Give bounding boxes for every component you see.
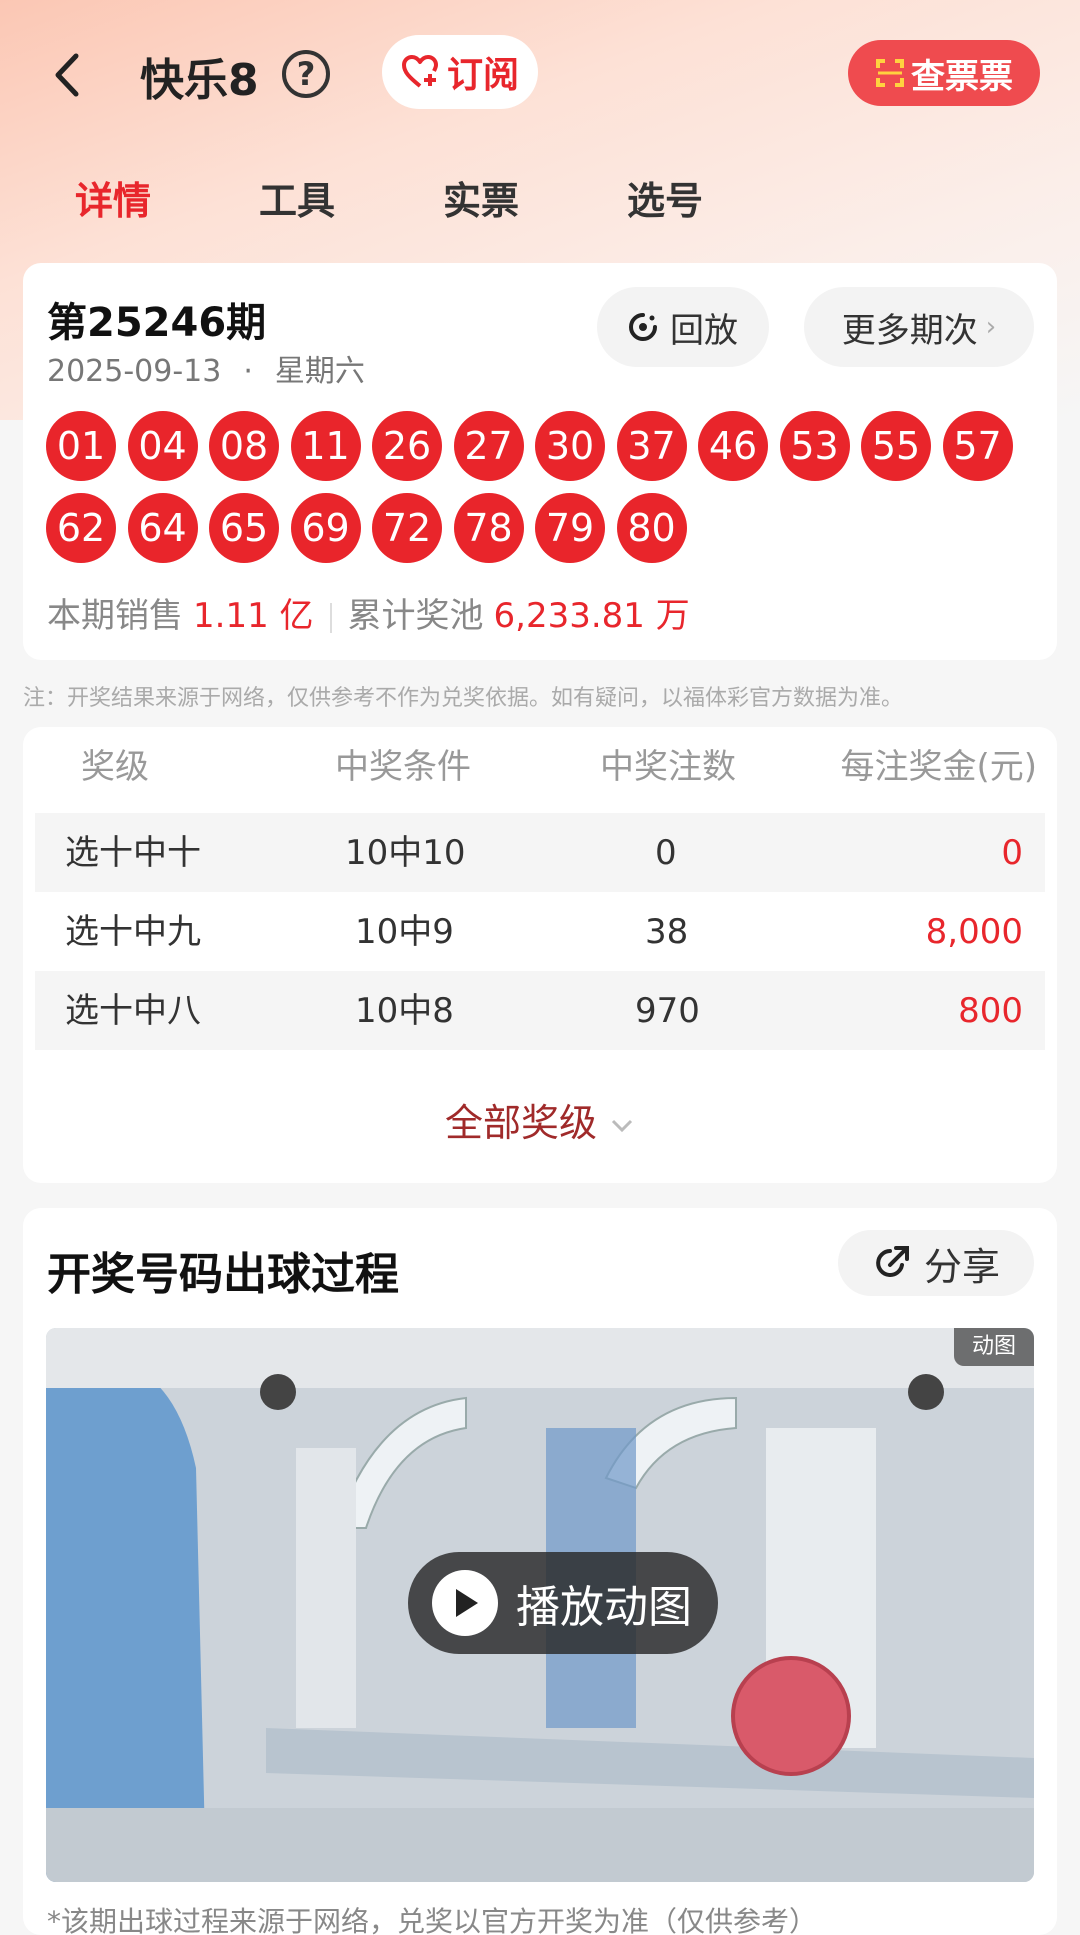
draw-date: 2025-09-13 bbox=[47, 354, 222, 389]
chevron-right-icon: › bbox=[985, 312, 997, 342]
number-ball: 79 bbox=[535, 493, 605, 563]
row-count: 0 bbox=[655, 833, 677, 873]
number-ball: 26 bbox=[372, 411, 442, 481]
source-note: 注：开奖结果来源于网络，仅供参考不作为兑奖依据。如有疑问，以福体彩官方数据为准。 bbox=[23, 686, 904, 711]
number-ball: 69 bbox=[290, 493, 361, 563]
number-ball: 30 bbox=[535, 411, 605, 481]
row-level: 选十中十 bbox=[65, 833, 201, 873]
all-levels-button[interactable]: 全部奖级 bbox=[23, 1092, 1057, 1147]
more-issues-label: 更多期次 bbox=[841, 310, 978, 351]
number-ball: 53 bbox=[779, 411, 850, 481]
number-ball: 80 bbox=[616, 493, 687, 563]
ticket-check-label: 查票票 bbox=[911, 56, 1013, 97]
sales-value: 1.11 亿 bbox=[193, 596, 314, 636]
row-condition: 10中10 bbox=[345, 833, 466, 873]
app-header: 快乐8 ? 订阅 查票票 bbox=[0, 30, 1080, 120]
process-title: 开奖号码出球过程 bbox=[47, 1249, 399, 1300]
number-ball: 37 bbox=[616, 411, 687, 481]
sales-label: 本期销售 bbox=[47, 596, 183, 636]
pool-label: 累计奖池 bbox=[347, 596, 484, 636]
row-level: 选十中八 bbox=[65, 991, 201, 1031]
row-count: 970 bbox=[635, 991, 700, 1031]
draw-result-card: 第25246期 2025-09-13 · 星期六 回放 更多期次 › 01 04 08 1… bbox=[23, 263, 1057, 660]
help-icon[interactable]: ? bbox=[282, 50, 330, 98]
number-ball: 55 bbox=[861, 411, 931, 481]
replay-icon bbox=[629, 313, 657, 341]
subscribe-button[interactable]: 订阅 bbox=[382, 35, 538, 109]
date-separator: · bbox=[243, 354, 253, 389]
play-animation-label: 播放动图 bbox=[516, 1582, 692, 1633]
draw-process-card: 开奖号码出球过程 分享 动图 播放动图 *该期出球过程来源于网络，兑奖以官方开奖… bbox=[23, 1208, 1057, 1935]
row-amount: 800 bbox=[958, 991, 1023, 1031]
draw-weekday: 星期六 bbox=[274, 354, 365, 389]
replay-label: 回放 bbox=[670, 310, 738, 351]
gif-badge: 动图 bbox=[954, 1328, 1034, 1366]
more-issues-button[interactable]: 更多期次 › bbox=[804, 287, 1034, 367]
number-ball: 11 bbox=[290, 411, 361, 481]
heart-plus-icon bbox=[401, 55, 438, 88]
number-ball: 62 bbox=[46, 493, 116, 563]
table-row: 选十中八 10中8 970 800 bbox=[35, 971, 1045, 1050]
process-disclaimer: *该期出球过程来源于网络，兑奖以官方开奖为准（仅供参考） bbox=[47, 1905, 818, 1935]
number-ball: 46 bbox=[698, 411, 768, 481]
number-ball: 65 bbox=[209, 493, 279, 563]
header-count: 中奖注数 bbox=[600, 747, 736, 787]
header-amount: 每注奖金(元) bbox=[840, 747, 1037, 787]
play-icon bbox=[432, 1570, 498, 1636]
back-button[interactable] bbox=[48, 50, 88, 100]
tab-real-tickets[interactable]: 实票 bbox=[443, 170, 519, 225]
chevron-down-icon bbox=[611, 1119, 633, 1133]
number-ball: 64 bbox=[127, 493, 198, 563]
number-ball: 08 bbox=[209, 411, 279, 481]
number-ball: 04 bbox=[127, 411, 198, 481]
number-ball: 78 bbox=[453, 493, 524, 563]
scan-icon bbox=[876, 59, 904, 87]
number-ball: 72 bbox=[372, 493, 442, 563]
row-condition: 10中8 bbox=[355, 991, 454, 1031]
share-icon bbox=[876, 1246, 909, 1277]
issue-date-line: 2025-09-13 · 星期六 bbox=[47, 346, 365, 390]
tab-tools[interactable]: 工具 bbox=[259, 170, 335, 225]
number-ball: 01 bbox=[46, 411, 116, 481]
all-levels-label: 全部奖级 bbox=[444, 1101, 597, 1145]
share-button[interactable]: 分享 bbox=[838, 1230, 1034, 1296]
subscribe-label: 订阅 bbox=[446, 55, 519, 96]
prize-table-card: 奖级 中奖条件 中奖注数 每注奖金(元) 选十中十 10中10 0 0 选十中九… bbox=[23, 727, 1057, 1183]
row-condition: 10中9 bbox=[355, 912, 454, 952]
draw-animation-preview[interactable]: 动图 播放动图 bbox=[46, 1328, 1034, 1882]
share-label: 分享 bbox=[923, 1244, 1000, 1289]
pool-value: 6,233.81 万 bbox=[493, 596, 690, 636]
page-title: 快乐8 bbox=[140, 55, 259, 106]
sales-stats: 本期销售 1.11 亿累计奖池 6,233.81 万 bbox=[47, 588, 690, 637]
number-ball: 27 bbox=[453, 411, 524, 481]
row-amount: 0 bbox=[1001, 833, 1023, 873]
tab-bar: 详情 工具 实票 选号 bbox=[0, 170, 1080, 230]
back-arrow-icon bbox=[55, 53, 79, 97]
replay-button[interactable]: 回放 bbox=[597, 287, 769, 367]
stats-divider bbox=[329, 602, 332, 633]
table-row: 选十中九 10中9 38 8,000 bbox=[35, 892, 1045, 971]
tab-details[interactable]: 详情 bbox=[75, 170, 151, 225]
row-count: 38 bbox=[645, 912, 689, 952]
row-amount: 8,000 bbox=[925, 912, 1023, 952]
header-condition: 中奖条件 bbox=[335, 747, 471, 787]
prize-table-header: 奖级 中奖条件 中奖注数 每注奖金(元) bbox=[23, 727, 1057, 812]
table-row: 选十中十 10中10 0 0 bbox=[35, 813, 1045, 892]
tab-pick-numbers[interactable]: 选号 bbox=[627, 170, 703, 225]
header-level: 奖级 bbox=[81, 747, 149, 787]
row-level: 选十中九 bbox=[65, 912, 201, 952]
number-ball: 57 bbox=[942, 411, 1013, 481]
ticket-check-button[interactable]: 查票票 bbox=[848, 40, 1040, 106]
play-animation-button[interactable]: 播放动图 bbox=[408, 1552, 718, 1654]
issue-number: 第25246期 bbox=[47, 300, 267, 346]
